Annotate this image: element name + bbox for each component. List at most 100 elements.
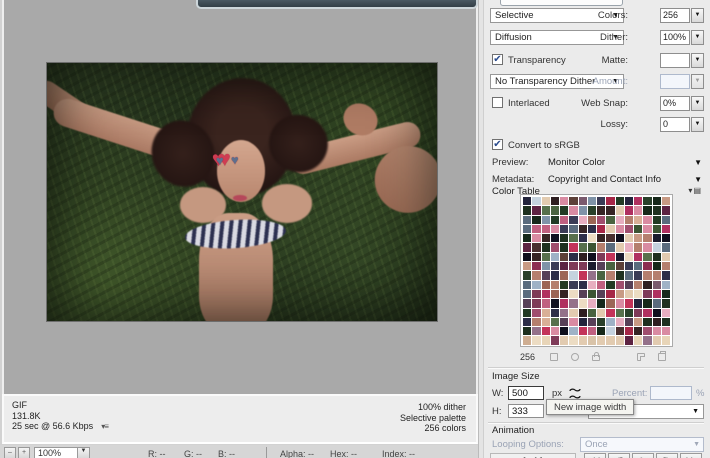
color-swatch[interactable]: [616, 253, 624, 261]
color-swatch[interactable]: [523, 225, 531, 233]
dither-combo[interactable]: 100%▼: [660, 30, 704, 45]
color-swatch[interactable]: [597, 327, 605, 335]
download-speed-menu-icon[interactable]: ▾≡: [101, 422, 108, 433]
color-swatch[interactable]: [662, 281, 670, 289]
color-swatch[interactable]: [662, 234, 670, 242]
color-swatch[interactable]: [523, 290, 531, 298]
color-swatch[interactable]: [588, 336, 596, 344]
color-swatch[interactable]: [634, 243, 642, 251]
color-swatch[interactable]: [551, 253, 559, 261]
matte-combo[interactable]: ▼: [660, 53, 704, 68]
color-swatch[interactable]: [616, 262, 624, 270]
color-swatch[interactable]: [560, 216, 568, 224]
color-swatch[interactable]: [560, 281, 568, 289]
color-swatch[interactable]: [542, 327, 550, 335]
color-swatch[interactable]: [616, 206, 624, 214]
zoom-in-button[interactable]: +: [18, 447, 30, 458]
color-swatch[interactable]: [606, 225, 614, 233]
color-swatch[interactable]: [606, 253, 614, 261]
color-swatch[interactable]: [551, 271, 559, 279]
color-swatch[interactable]: [532, 253, 540, 261]
color-swatch[interactable]: [606, 234, 614, 242]
color-swatch[interactable]: [532, 290, 540, 298]
color-swatch[interactable]: [643, 327, 651, 335]
color-swatch[interactable]: [662, 197, 670, 205]
color-swatch[interactable]: [662, 309, 670, 317]
color-swatch[interactable]: [653, 281, 661, 289]
color-swatch[interactable]: [560, 243, 568, 251]
color-swatch[interactable]: [542, 262, 550, 270]
color-swatch[interactable]: [560, 262, 568, 270]
color-swatch[interactable]: [560, 234, 568, 242]
color-swatch[interactable]: [653, 253, 661, 261]
color-swatch[interactable]: [606, 281, 614, 289]
color-swatch[interactable]: [616, 336, 624, 344]
chevron-down-icon[interactable]: ▼: [694, 158, 702, 167]
color-swatch[interactable]: [634, 253, 642, 261]
color-swatch[interactable]: [625, 318, 633, 326]
color-swatch[interactable]: [625, 234, 633, 242]
color-swatch[interactable]: [569, 336, 577, 344]
color-swatch[interactable]: [653, 216, 661, 224]
color-swatch[interactable]: [523, 243, 531, 251]
color-swatch[interactable]: [569, 197, 577, 205]
color-swatch[interactable]: [523, 253, 531, 261]
color-swatch[interactable]: [542, 336, 550, 344]
color-swatch[interactable]: [569, 262, 577, 270]
color-swatch[interactable]: [551, 216, 559, 224]
color-swatch[interactable]: [634, 197, 642, 205]
color-swatch[interactable]: [653, 290, 661, 298]
color-swatch[interactable]: [579, 262, 587, 270]
color-swatch[interactable]: [579, 299, 587, 307]
color-table-menu-icon[interactable]: ▾▤: [688, 186, 702, 195]
color-swatch[interactable]: [597, 197, 605, 205]
color-swatch[interactable]: [597, 281, 605, 289]
next-frame-button[interactable]: ▮▶: [656, 453, 678, 458]
web-shift-icon[interactable]: [571, 353, 579, 361]
color-swatch[interactable]: [662, 327, 670, 335]
new-color-icon[interactable]: [637, 353, 645, 361]
color-swatch[interactable]: [653, 271, 661, 279]
color-swatch[interactable]: [532, 243, 540, 251]
color-swatch[interactable]: [569, 234, 577, 242]
color-swatch[interactable]: [643, 336, 651, 344]
color-swatch[interactable]: [653, 206, 661, 214]
color-swatch[interactable]: [588, 253, 596, 261]
color-swatch[interactable]: [523, 262, 531, 270]
color-swatch[interactable]: [560, 225, 568, 233]
color-swatch[interactable]: [579, 336, 587, 344]
color-swatch[interactable]: [523, 216, 531, 224]
color-swatch[interactable]: [634, 281, 642, 289]
color-swatch[interactable]: [597, 271, 605, 279]
color-swatch[interactable]: [643, 225, 651, 233]
play-button[interactable]: ▶: [632, 453, 654, 458]
color-swatch[interactable]: [662, 262, 670, 270]
color-swatch[interactable]: [606, 327, 614, 335]
color-swatch[interactable]: [560, 271, 568, 279]
color-swatch[interactable]: [643, 243, 651, 251]
color-swatch[interactable]: [569, 225, 577, 233]
color-swatch[interactable]: [643, 290, 651, 298]
color-swatch[interactable]: [579, 197, 587, 205]
color-swatch[interactable]: [542, 281, 550, 289]
color-swatch[interactable]: [588, 243, 596, 251]
color-swatch[interactable]: [653, 234, 661, 242]
color-swatch[interactable]: [625, 262, 633, 270]
color-swatch[interactable]: [551, 281, 559, 289]
color-swatch[interactable]: [542, 197, 550, 205]
snap-to-web-icon[interactable]: [550, 353, 558, 361]
color-swatch[interactable]: [532, 216, 540, 224]
color-swatch[interactable]: [625, 309, 633, 317]
color-swatch[interactable]: [523, 206, 531, 214]
color-swatch[interactable]: [653, 197, 661, 205]
color-swatch[interactable]: [569, 309, 577, 317]
color-swatch[interactable]: [625, 243, 633, 251]
color-swatch[interactable]: [579, 234, 587, 242]
color-swatch[interactable]: [616, 318, 624, 326]
color-swatch[interactable]: [588, 234, 596, 242]
color-swatch[interactable]: [551, 206, 559, 214]
color-swatch[interactable]: [653, 225, 661, 233]
color-swatch[interactable]: [560, 290, 568, 298]
color-swatch[interactable]: [542, 225, 550, 233]
color-swatch[interactable]: [597, 290, 605, 298]
